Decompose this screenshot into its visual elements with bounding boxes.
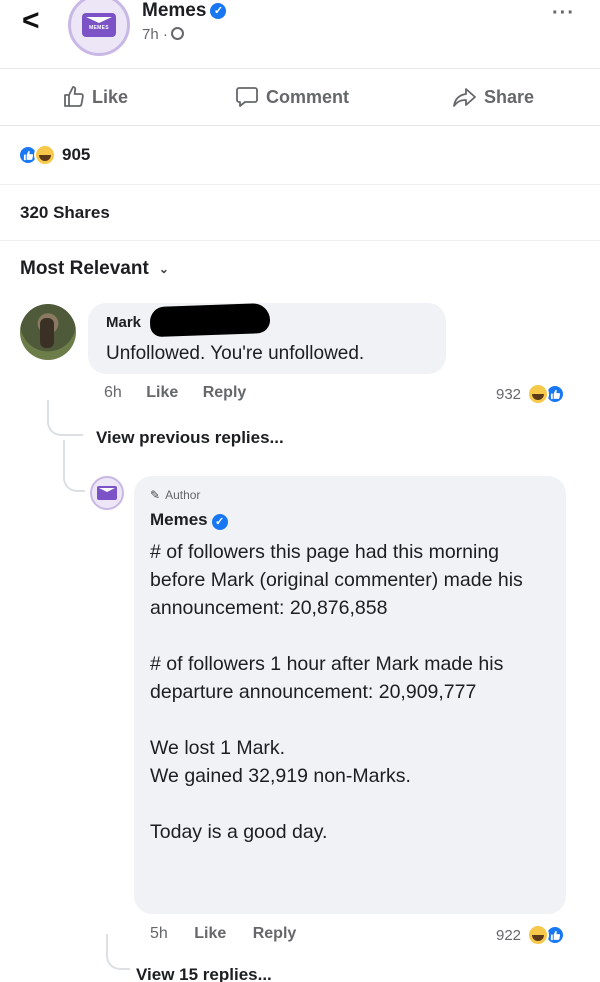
page-name-text[interactable]: Memes (142, 0, 206, 21)
more-options-icon[interactable]: ··· (552, 2, 575, 25)
redaction-mark (149, 302, 271, 338)
share-icon (453, 88, 476, 107)
comment-meta: 6h Like Reply (104, 384, 266, 402)
view-previous-replies-link[interactable]: View previous replies... (96, 428, 284, 448)
thread-line (106, 934, 130, 970)
divider (0, 240, 600, 241)
comment-author[interactable]: Mark (106, 314, 141, 331)
reply-bubble: ✎ Author Memes ✓ # of followers this page… (134, 476, 566, 914)
haha-reaction-icon (527, 924, 550, 946)
comment-sort-dropdown[interactable]: Most Relevant ⌄ (20, 258, 169, 280)
reply-paragraph: # of followers this page had this mornin… (150, 541, 523, 619)
like-button-label: Like (92, 86, 129, 107)
reply-reaction-count: 922 (496, 926, 522, 944)
post-header: < MEMES Memes ✓ 7h · ··· (0, 0, 600, 60)
author-badge-label: Author (165, 488, 201, 502)
logo-text: MEMES (89, 25, 109, 31)
share-button[interactable]: Share (452, 85, 534, 109)
reaction-count: 905 (62, 145, 91, 164)
globe-icon (170, 27, 184, 40)
post-meta: 7h · (142, 26, 184, 43)
haha-reaction-icon (34, 144, 56, 166)
haha-reaction-icon (527, 383, 550, 405)
memes-logo-icon: MEMES (82, 13, 116, 37)
post-time[interactable]: 7h · (142, 26, 168, 43)
back-icon[interactable]: < (22, 4, 40, 38)
reply-text: # of followers this page had this mornin… (150, 538, 558, 846)
comment-text: Unfollowed. You're unfollowed. (106, 343, 365, 364)
divider (0, 184, 600, 185)
like-button[interactable]: Like (62, 85, 128, 109)
post-action-bar: Like Comment Share (0, 68, 600, 126)
author-badge: ✎ Author (150, 488, 200, 502)
reply-author-avatar[interactable] (90, 476, 124, 510)
sort-label: Most Relevant (20, 258, 149, 279)
reply-paragraph: Today is a good day. (150, 821, 328, 843)
comment-like-button[interactable]: Like (146, 384, 178, 401)
reply-reply-button[interactable]: Reply (253, 925, 297, 942)
verified-icon: ✓ (210, 3, 227, 19)
comment-reply-button[interactable]: Reply (203, 384, 247, 401)
comment-reactions[interactable]: 932 (496, 383, 566, 405)
reply-like-button[interactable]: Like (194, 925, 226, 942)
reply-author[interactable]: Memes ✓ (150, 510, 228, 530)
verified-icon: ✓ (211, 514, 228, 530)
page-avatar[interactable]: MEMES (68, 0, 130, 56)
comment-reaction-count: 932 (496, 385, 522, 403)
chevron-down-icon: ⌄ (158, 262, 169, 276)
commenter-avatar[interactable] (20, 304, 76, 360)
page-name[interactable]: Memes ✓ (142, 0, 227, 22)
reply-time[interactable]: 5h (150, 925, 168, 942)
shares-count[interactable]: 320 Shares (20, 203, 110, 223)
comment-button-label: Comment (266, 86, 350, 107)
pencil-icon: ✎ (150, 488, 161, 502)
view-replies-link[interactable]: View 15 replies... (136, 965, 272, 982)
reactions-summary[interactable]: 905 (18, 144, 90, 166)
reply-author-name[interactable]: Memes (150, 510, 208, 529)
reply-reactions[interactable]: 922 (496, 924, 566, 946)
thread-line (47, 400, 83, 436)
thread-line (63, 440, 85, 492)
comment-bubble: Mark Unfollowed. You're unfollowed. (88, 302, 446, 374)
comment-button[interactable]: Comment (234, 85, 349, 109)
memes-logo-icon (97, 486, 117, 500)
comment-time[interactable]: 6h (104, 384, 122, 401)
reply-paragraph: We lost 1 Mark. We gained 32,919 non-Mar… (150, 737, 411, 787)
comment-icon (236, 87, 258, 107)
reply-meta: 5h Like Reply (150, 925, 318, 943)
share-button-label: Share (484, 86, 535, 107)
thumbs-up-icon (64, 86, 84, 107)
reply-paragraph: # of followers 1 hour after Mark made hi… (150, 653, 504, 703)
